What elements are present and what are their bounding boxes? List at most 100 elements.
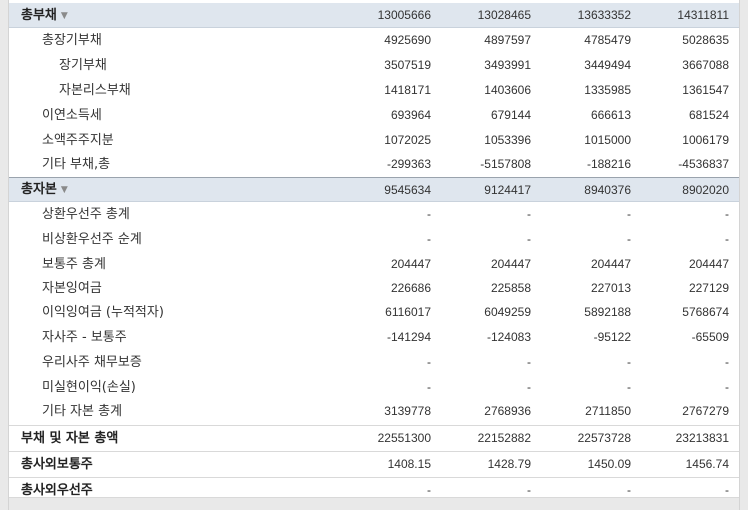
value-cell: 23213831 [675,431,729,445]
value-cell: 2711850 [585,404,631,418]
table-row: 자본리스부채 1418171 1403606 1335985 1361547 [9,78,739,103]
value-cell: 666613 [590,108,631,122]
row-label: 상환우선주 총계 [42,207,130,222]
value-cell: - [427,232,431,246]
value-cell: - [427,380,431,394]
row-label: 총사외보통주 [21,457,93,472]
value-cell: 3449494 [584,58,631,72]
table-row: 자사주 - 보통주 -141294 -124083 -95122 -65509 [9,325,739,350]
value-cell: 13633352 [577,8,631,22]
value-cell: -4536837 [678,157,729,171]
value-cell: -299363 [386,157,431,171]
value-cell: 1006179 [682,133,729,147]
value-cell: 4785479 [584,33,631,47]
row-label: 기타 부채,총 [42,157,111,172]
row-label: 비상환우선주 순계 [42,232,142,247]
value-cell: 227013 [590,281,631,295]
table-row: 소액주주지분 1072025 1053396 1015000 1006179 [9,128,739,153]
value-cell: 1456.74 [685,457,729,471]
table-row: 이연소득세 693964 679144 666613 681524 [9,103,739,128]
value-cell: 693964 [390,108,431,122]
value-cell: - [725,232,729,246]
value-cell: - [427,207,431,221]
table-row-total: 부채 및 자본 총액 22551300 22152882 22573728 23… [9,425,739,451]
table-row: 기타 자본 총계 3139778 2768936 2711850 2767279 [9,399,739,424]
section-total-liabilities[interactable]: 총부채 ▼ 13005666 13028465 13633352 14311811 [9,3,739,28]
row-label: 자사주 - 보통주 [42,330,127,345]
value-cell: 204447 [688,257,729,271]
table-row: 총장기부채 4925690 4897597 4785479 5028635 [9,28,739,53]
value-cell: 6049259 [484,305,531,319]
value-cell: 9124417 [484,183,531,197]
value-cell: 6116017 [385,305,431,319]
value-cell: 3493991 [484,58,531,72]
table-row: 장기부채 3507519 3493991 3449494 3667088 [9,53,739,78]
value-cell: 204447 [490,257,531,271]
value-cell: 1450.09 [587,457,631,471]
value-cell: 22152882 [477,431,531,445]
value-cell: - [627,380,631,394]
row-label: 총장기부채 [42,33,102,48]
value-cell: 22551300 [377,431,431,445]
row-label: 이연소득세 [42,108,102,123]
value-cell: 13028465 [477,8,531,22]
value-cell: -188216 [586,157,631,171]
table-row: 비상환우선주 순계 - - - - [9,227,739,252]
value-cell: 5028635 [682,33,729,47]
value-cell: 8902020 [682,183,729,197]
value-cell: - [627,207,631,221]
value-cell: 1015000 [584,133,631,147]
value-cell: 1428.79 [487,457,531,471]
table-row: 미실현이익(손실) - - - - [9,375,739,400]
value-cell: 1335985 [584,83,631,97]
value-cell: - [725,207,729,221]
value-cell: - [725,380,729,394]
value-cell: 227129 [688,281,729,295]
value-cell: 4925690 [384,33,431,47]
table-row: 자본잉여금 226686 225858 227013 227129 [9,276,739,301]
table-row: 우리사주 채무보증 - - - - [9,350,739,375]
row-label: 우리사주 채무보증 [42,355,142,370]
value-cell: -65509 [691,330,729,344]
value-cell: 681524 [688,108,729,122]
value-cell: 3667088 [682,58,729,72]
value-cell: -141294 [386,330,431,344]
value-cell: 204447 [390,257,431,271]
value-cell: 1408.15 [387,457,431,471]
section-total-equity[interactable]: 총자본 ▼ 9545634 9124417 8940376 8902020 [9,178,739,202]
value-cell: 1053396 [484,133,531,147]
value-cell: - [427,355,431,369]
table-row: 보통주 총계 204447 204447 204447 204447 [9,252,739,277]
row-label: 총자본 [21,182,57,197]
table-bottom-border [9,497,739,510]
value-cell: 2767279 [682,404,729,418]
table-row: 상환우선주 총계 - - - - [9,202,739,227]
value-cell: -5157808 [480,157,531,171]
value-cell: 13005666 [377,8,431,22]
value-cell: - [527,207,531,221]
chevron-down-icon[interactable]: ▼ [61,178,68,202]
value-cell: 225858 [490,281,531,295]
value-cell: 1072025 [384,133,431,147]
row-label: 이익잉여금 (누적적자) [42,305,164,320]
value-cell: -124083 [486,330,531,344]
row-label: 장기부채 [59,58,107,73]
chevron-down-icon[interactable]: ▼ [61,4,68,29]
value-cell: 5768674 [682,305,729,319]
value-cell: 679144 [490,108,531,122]
row-label: 자본잉여금 [42,281,102,296]
value-cell: 14311811 [677,8,729,22]
value-cell: 3139778 [384,404,431,418]
value-cell: 226686 [390,281,431,295]
row-label: 기타 자본 총계 [42,404,123,419]
value-cell: - [527,232,531,246]
row-label: 보통주 총계 [42,257,106,272]
value-cell: - [627,232,631,246]
value-cell: 8940376 [584,183,631,197]
value-cell: 3507519 [384,58,431,72]
value-cell: 9545634 [384,183,431,197]
value-cell: -95122 [593,330,631,344]
table-row-total: 총사외보통주 1408.15 1428.79 1450.09 1456.74 [9,451,739,477]
value-cell: 1361547 [682,83,729,97]
row-label: 부채 및 자본 총액 [21,431,119,446]
